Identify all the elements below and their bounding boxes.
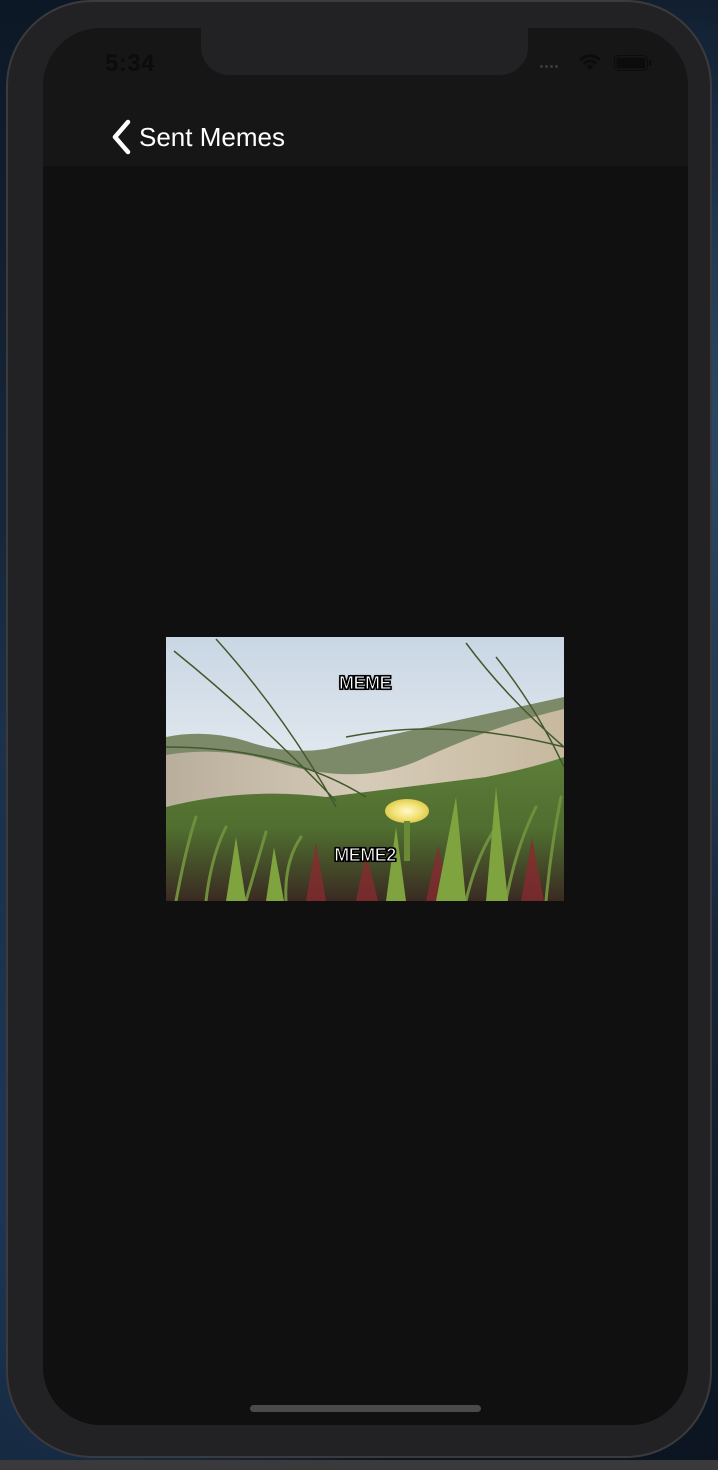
navigation-bar: Sent Memes (43, 108, 688, 166)
cellular-signal-icon (540, 63, 566, 69)
battery-icon (614, 55, 652, 71)
iphone-simulator-frame: 5:34 Sent Memes MEME MEME2 (6, 0, 712, 1458)
wifi-icon (579, 54, 601, 70)
meme-top-text: MEME (339, 673, 393, 694)
device-screen: 5:34 Sent Memes MEME MEME2 (43, 28, 688, 1425)
meme-image: MEME MEME2 (166, 637, 564, 901)
back-button[interactable]: Sent Memes (111, 115, 285, 159)
back-button-label: Sent Memes (139, 122, 285, 152)
meme-bottom-text: MEME2 (334, 845, 397, 866)
chevron-left-icon (112, 119, 131, 155)
status-bar: 5:34 (43, 28, 688, 108)
device-notch (201, 28, 528, 75)
host-window-edge (0, 1460, 718, 1470)
status-time: 5:34 (105, 50, 156, 77)
home-indicator[interactable] (250, 1405, 481, 1412)
meme-detail-view: MEME MEME2 (43, 166, 688, 1425)
